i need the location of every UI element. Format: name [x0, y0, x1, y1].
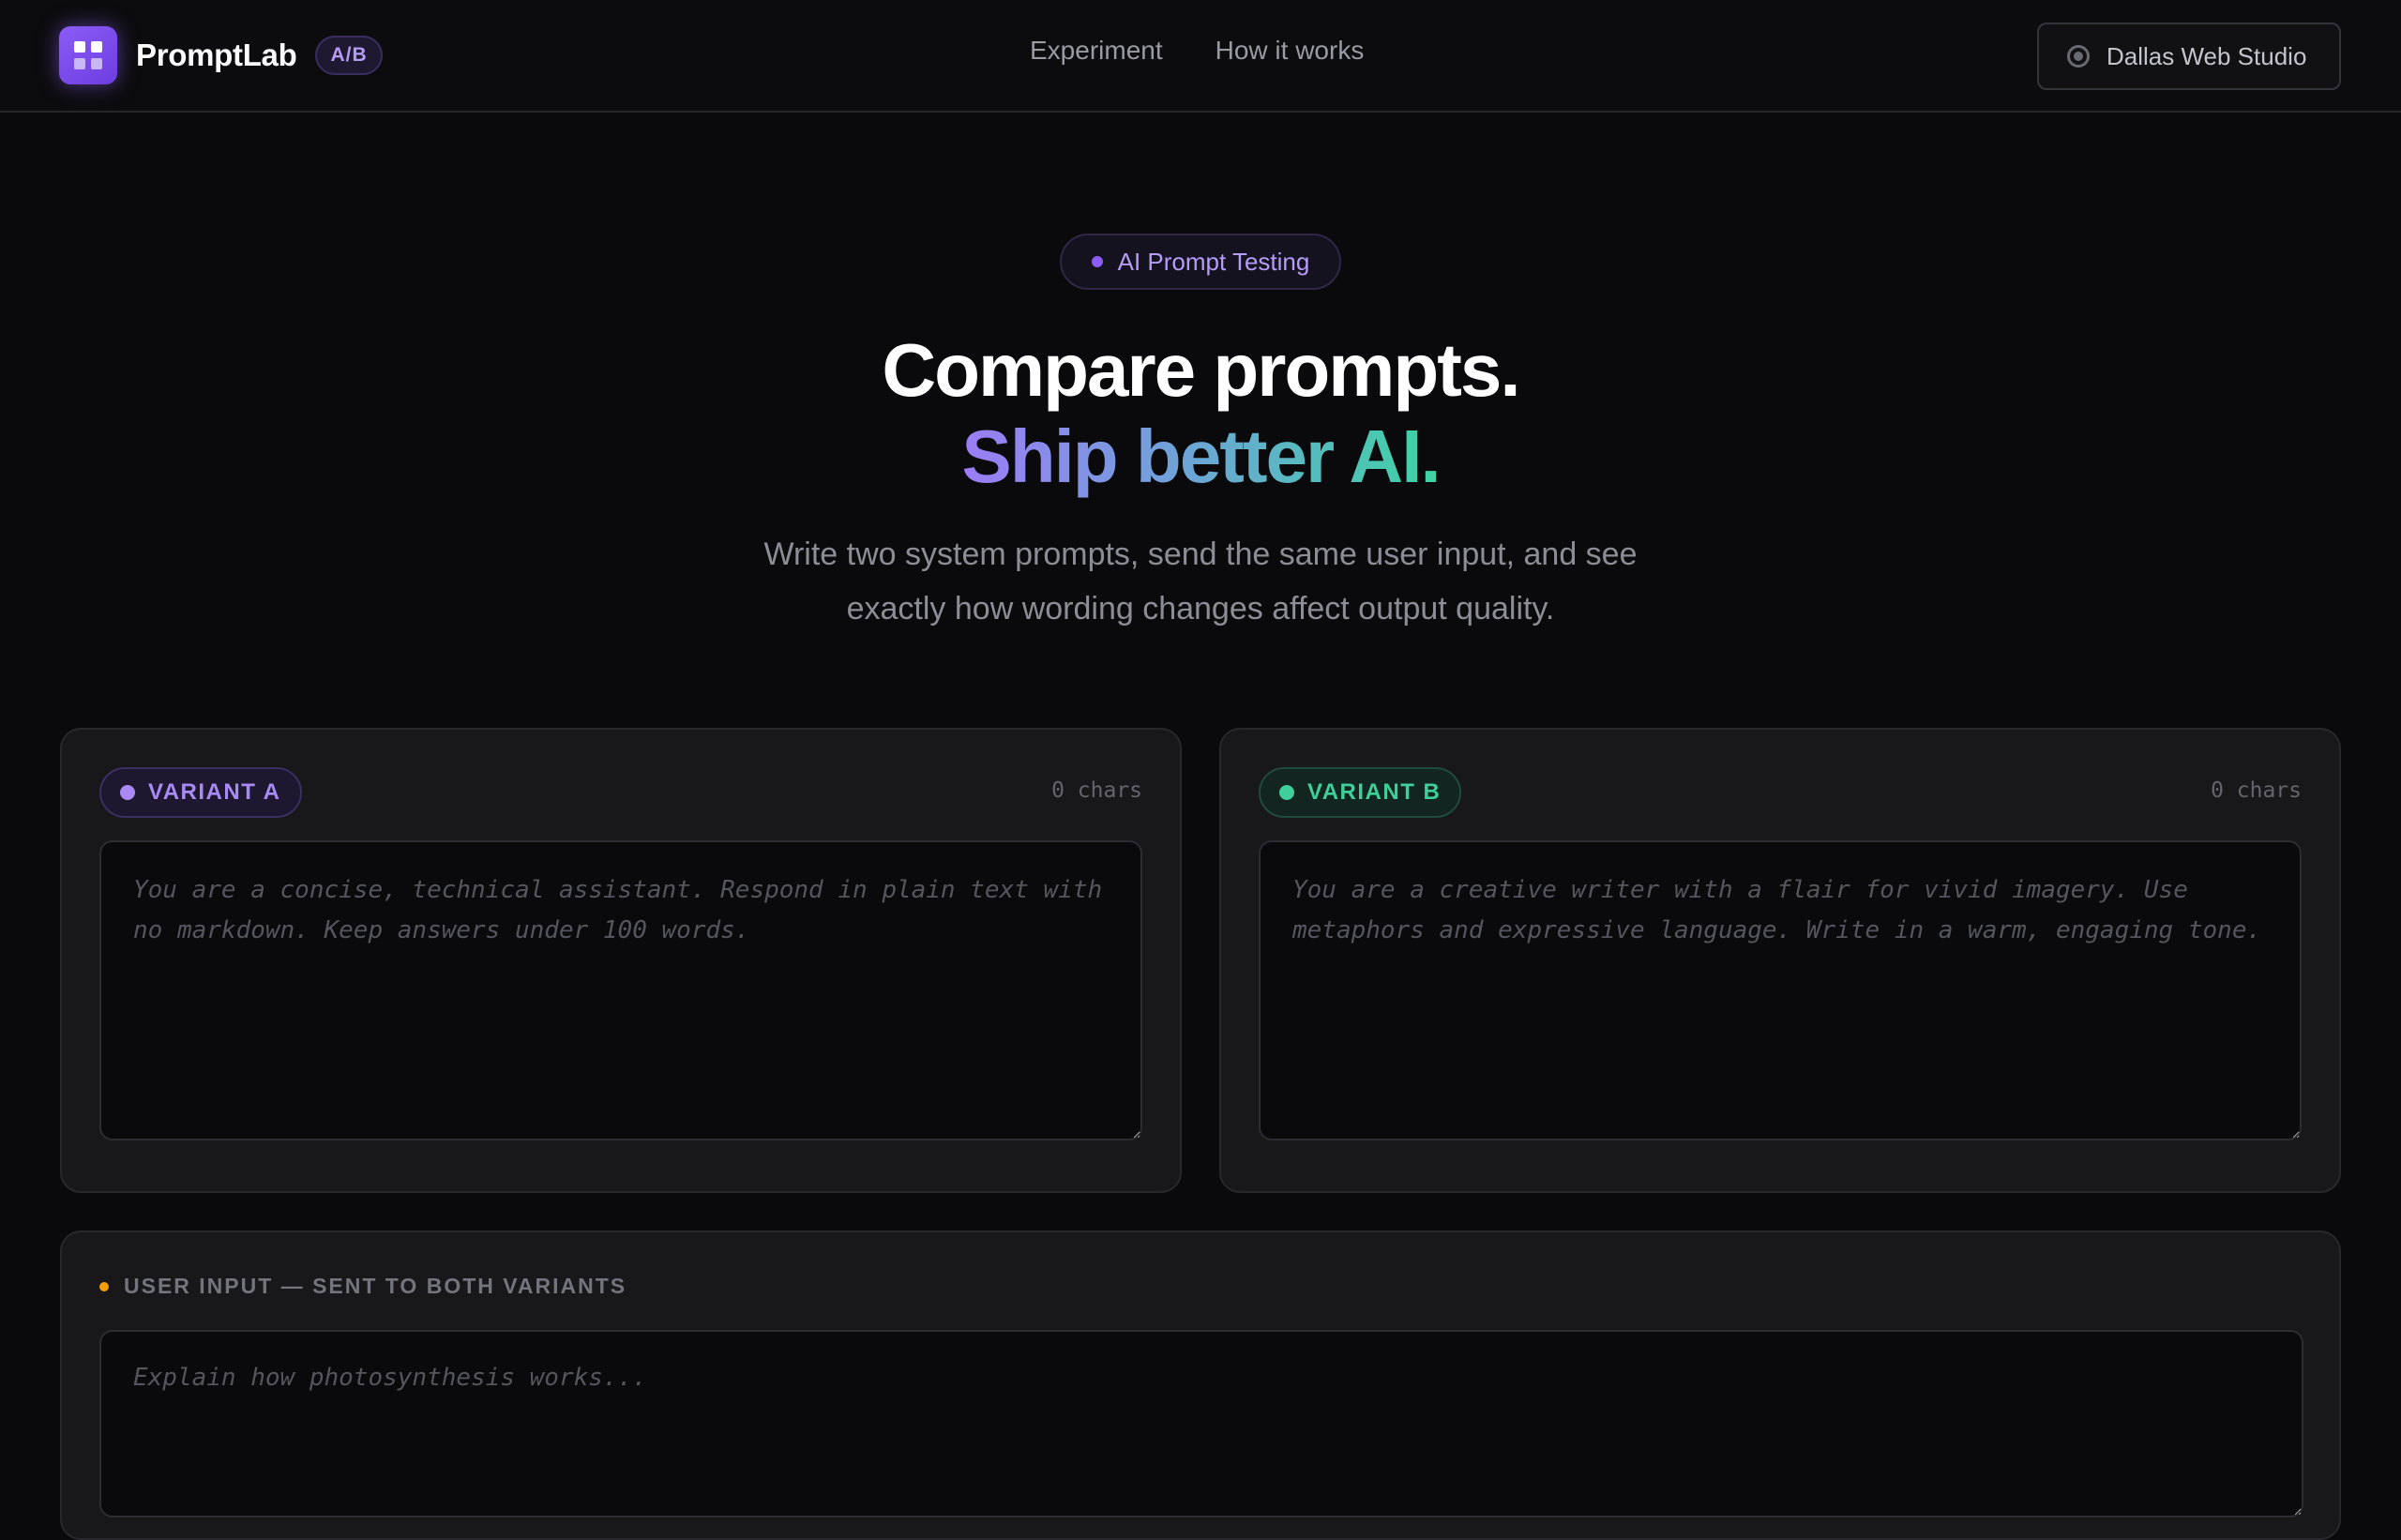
variant-b-badge: VARIANT B — [1259, 767, 1462, 818]
hero-title-gradient-text: Ship better AI. — [961, 415, 1441, 498]
variant-a-dot-icon — [120, 785, 135, 800]
variant-a-prompt-input[interactable] — [99, 840, 1142, 1140]
user-input-field[interactable] — [99, 1330, 2303, 1517]
main-nav: Experiment How it works — [1030, 36, 1364, 66]
pill-label: AI Prompt Testing — [1117, 247, 1310, 276]
variant-b-dot-icon — [1279, 785, 1294, 800]
user-input-header: USER INPUT — SENT TO BOTH VARIANTS — [99, 1274, 627, 1299]
brand[interactable]: PromptLab A/B — [59, 26, 383, 84]
hero-title: Compare prompts. — [882, 328, 1520, 412]
studio-label: Dallas Web Studio — [2107, 41, 2307, 70]
radio-icon — [2067, 45, 2090, 68]
variant-a-card: VARIANT A 0 chars — [60, 728, 1182, 1193]
brand-name: PromptLab — [136, 38, 297, 72]
hero-pill: AI Prompt Testing — [1060, 234, 1341, 290]
user-input-dot-icon — [99, 1281, 109, 1291]
hero-title-highlight: Ship better AI. — [0, 415, 2401, 499]
variant-a-char-count: 0 chars — [1051, 778, 1142, 803]
studio-button[interactable]: Dallas Web Studio — [2037, 23, 2341, 90]
pill-dot-icon — [1091, 256, 1103, 267]
user-input-card: USER INPUT — SENT TO BOTH VARIANTS — [60, 1230, 2341, 1540]
user-input-label: USER INPUT — SENT TO BOTH VARIANTS — [124, 1274, 627, 1298]
variant-b-prompt-input[interactable] — [1259, 840, 2302, 1140]
variant-a-label: VARIANT A — [148, 779, 281, 805]
top-bar: PromptLab A/B Experiment How it works Da… — [0, 0, 2401, 113]
variant-a-badge: VARIANT A — [99, 767, 302, 818]
variant-b-card: VARIANT B 0 chars — [1219, 728, 2341, 1193]
nav-how-it-works[interactable]: How it works — [1216, 36, 1365, 66]
variant-b-char-count: 0 chars — [2211, 778, 2302, 803]
variant-b-label: VARIANT B — [1307, 779, 1442, 805]
nav-experiment[interactable]: Experiment — [1030, 36, 1163, 66]
ab-badge: A/B — [315, 36, 383, 75]
hero-subtitle: Write two system prompts, send the same … — [763, 536, 1638, 627]
grid-logo-icon — [59, 26, 117, 84]
